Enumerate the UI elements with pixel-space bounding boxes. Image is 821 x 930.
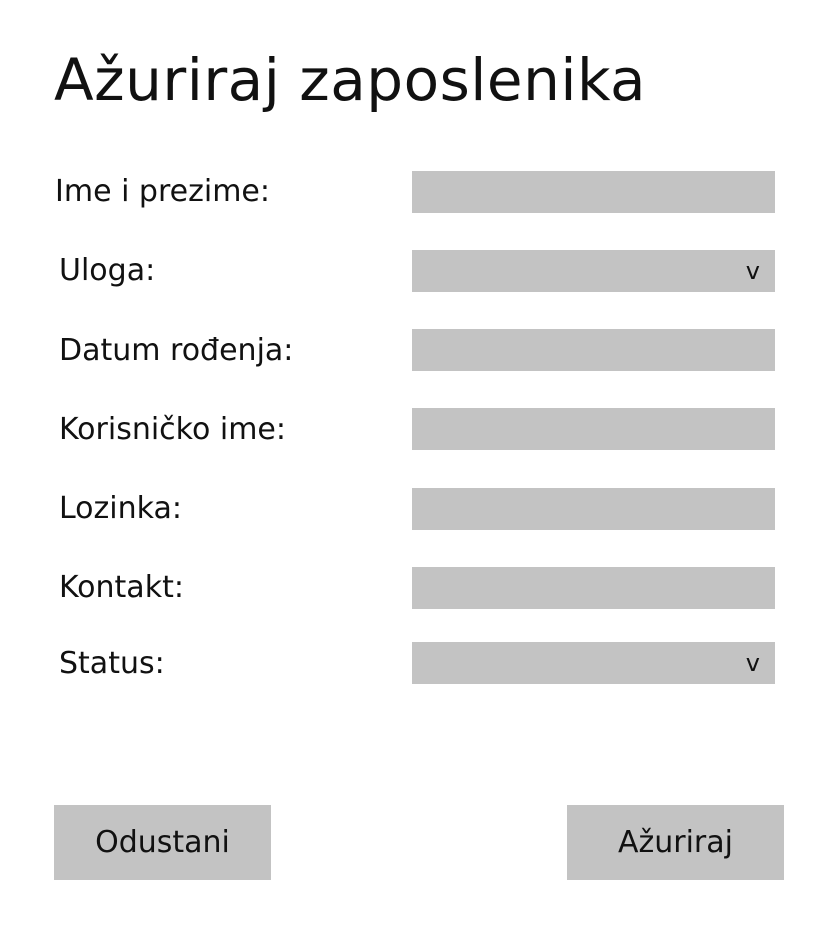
username-input[interactable] — [412, 408, 775, 450]
role-label: Uloga: — [59, 253, 156, 288]
update-button[interactable]: Ažuriraj — [567, 805, 784, 880]
cancel-button[interactable]: Odustani — [54, 805, 271, 880]
username-label: Korisničko ime: — [59, 412, 286, 447]
birth-date-field[interactable] — [412, 329, 775, 371]
contact-label: Kontakt: — [59, 570, 184, 605]
status-label: Status: — [59, 646, 165, 681]
chevron-down-icon[interactable]: v — [746, 649, 760, 677]
birth-date-input[interactable] — [412, 329, 775, 371]
username-field[interactable] — [412, 408, 775, 450]
status-select[interactable]: v — [412, 642, 775, 684]
contact-field[interactable] — [412, 567, 775, 609]
role-select[interactable]: v — [412, 250, 775, 292]
full-name-field[interactable] — [412, 171, 775, 213]
password-field[interactable] — [412, 488, 775, 530]
chevron-down-icon[interactable]: v — [746, 257, 760, 285]
password-input[interactable] — [412, 488, 775, 530]
full-name-input[interactable] — [412, 171, 775, 213]
page-title: Ažuriraj zaposlenika — [54, 46, 647, 114]
contact-input[interactable] — [412, 567, 775, 609]
full-name-label: Ime i prezime: — [55, 174, 270, 209]
password-label: Lozinka: — [59, 491, 182, 526]
birth-date-label: Datum rođenja: — [59, 333, 294, 368]
